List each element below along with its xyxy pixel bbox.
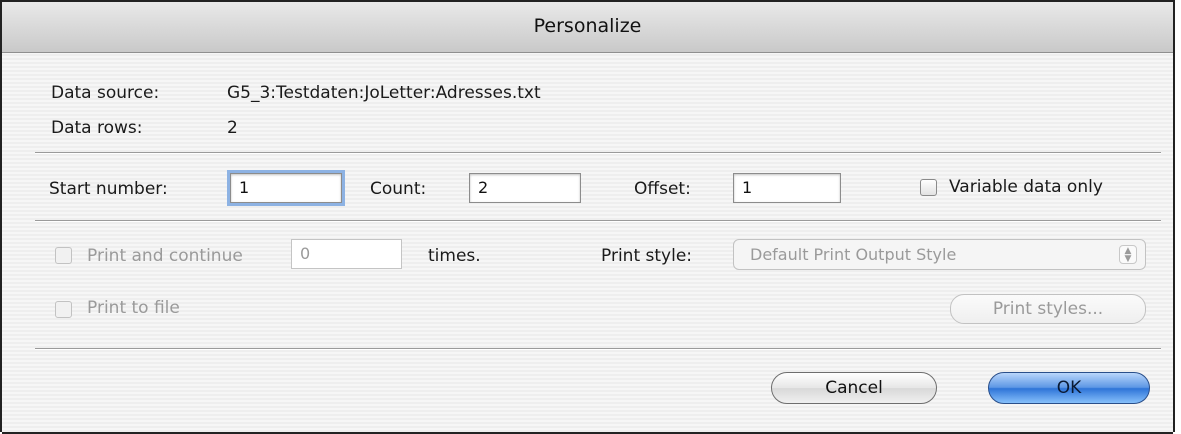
data-source-value: G5_3:Testdaten:JoLetter:Adresses.txt — [227, 83, 541, 103]
offset-label: Offset: — [634, 179, 691, 199]
personalize-dialog: Personalize Data source: G5_3:Testdaten:… — [0, 0, 1175, 434]
print-style-label: Print style: — [601, 246, 693, 266]
data-source-label: Data source: — [51, 83, 160, 103]
separator-bottom — [35, 348, 1161, 350]
ok-button[interactable]: OK — [988, 372, 1150, 404]
variable-data-only-label: Variable data only — [949, 177, 1103, 197]
print-to-file-label: Print to file — [87, 298, 180, 318]
variable-data-only-checkbox[interactable] — [920, 179, 937, 196]
count-label: Count: — [370, 179, 427, 199]
data-rows-label: Data rows: — [51, 118, 143, 138]
print-and-continue-label: Print and continue — [87, 246, 243, 266]
print-styles-button[interactable]: Print styles... — [950, 294, 1146, 324]
start-number-label: Start number: — [49, 179, 168, 199]
data-rows-value: 2 — [227, 118, 238, 138]
print-style-value: Default Print Output Style — [750, 245, 957, 264]
separator-middle — [35, 220, 1161, 222]
print-to-file-checkbox[interactable] — [55, 301, 72, 318]
count-field[interactable]: 2 — [469, 173, 581, 203]
start-number-field[interactable]: 1 — [227, 170, 345, 206]
print-style-select[interactable]: Default Print Output Style ▲ ▼ — [733, 239, 1146, 270]
title-bar[interactable]: Personalize — [2, 2, 1173, 53]
times-label: times. — [428, 246, 481, 266]
print-and-continue-checkbox[interactable] — [55, 247, 72, 264]
separator-top — [35, 152, 1161, 154]
cancel-button[interactable]: Cancel — [771, 372, 937, 404]
updown-stepper-icon: ▲ ▼ — [1119, 245, 1137, 264]
dialog-title: Personalize — [533, 15, 642, 37]
offset-field[interactable]: 1 — [733, 173, 841, 203]
print-times-field[interactable]: 0 — [291, 239, 402, 269]
